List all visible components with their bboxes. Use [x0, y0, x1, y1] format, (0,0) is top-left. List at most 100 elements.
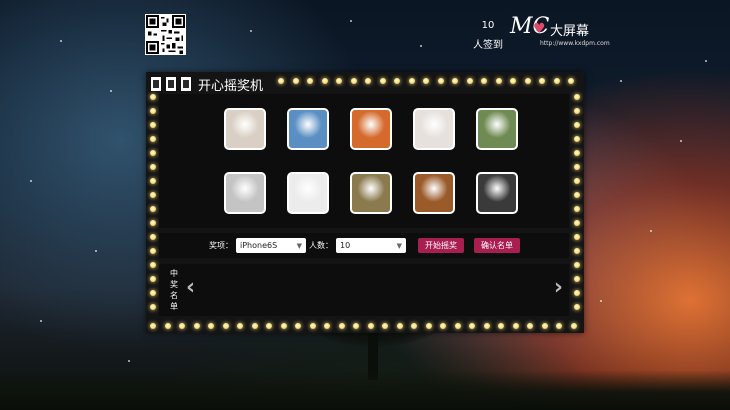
logo-url: http://www.kxdpm.com: [540, 40, 610, 47]
marquee-bulb: [455, 323, 461, 329]
garden-avatar: [478, 110, 516, 148]
marquee-bulb: [438, 78, 444, 84]
marquee-bulb: [322, 78, 328, 84]
marquee-bulb: [574, 206, 580, 212]
marquee-bulb: [411, 323, 417, 329]
panel-header: 开心摇奖机: [150, 75, 264, 94]
marquee-bulb: [452, 78, 458, 84]
marquee-bulb: [208, 323, 214, 329]
candidate-avatar-card: [224, 108, 266, 150]
marquee-bulb: [150, 150, 156, 156]
chevron-right-icon[interactable]: ›: [554, 276, 563, 300]
marquee-bulb: [150, 304, 156, 310]
candidate-avatar-card: [413, 172, 455, 214]
marquee-bulb: [394, 78, 400, 84]
marquee-bulb: [574, 276, 580, 282]
marquee-bulb: [293, 78, 299, 84]
people-select[interactable]: 10 ▼: [336, 238, 406, 253]
people-label: 人数：: [309, 241, 333, 250]
marquee-bulb: [150, 234, 156, 240]
marquee-bulb: [368, 323, 374, 329]
marquee-bulb: [539, 78, 545, 84]
prize-select-value: iPhone6S: [240, 241, 278, 250]
slot-reel-icon: [180, 76, 192, 92]
qr-code: [145, 14, 186, 55]
marquee-bulb: [365, 78, 371, 84]
marquee-bulb: [310, 323, 316, 329]
marquee-bulb: [150, 262, 156, 268]
marquee-bulb: [150, 94, 156, 100]
marquee-bulb: [165, 323, 171, 329]
confirm-list-button[interactable]: 确认名单: [474, 238, 520, 253]
marquee-bulb: [574, 192, 580, 198]
chevron-down-icon: ▼: [296, 241, 302, 250]
marquee-bulb: [467, 78, 473, 84]
chevron-down-icon: ▼: [396, 241, 402, 250]
marquee-bulb: [574, 108, 580, 114]
marquee-bulb: [194, 323, 200, 329]
marquee-bulb: [351, 78, 357, 84]
chibi-girl-avatar: [415, 110, 453, 148]
marquee-bulb: [574, 304, 580, 310]
marquee-bulb: [179, 323, 185, 329]
marquee-bulb: [574, 290, 580, 296]
signin-count: 10: [481, 20, 495, 31]
panel-title: 开心摇奖机: [198, 78, 264, 94]
dogs-photo-avatar: [352, 174, 390, 212]
anime-boy-avatar: [289, 110, 327, 148]
marquee-bulb: [150, 122, 156, 128]
marquee-bulb: [397, 323, 403, 329]
marquee-bulb: [426, 323, 432, 329]
marquee-bulb: [574, 234, 580, 240]
marquee-bulb: [295, 323, 301, 329]
candidate-avatar-card: [350, 172, 392, 214]
marquee-bulb: [481, 78, 487, 84]
marquee-bulb: [574, 122, 580, 128]
man-portrait-avatar: [478, 174, 516, 212]
slot-reel-icon: [150, 76, 162, 92]
candidate-avatar-card: [476, 172, 518, 214]
marquee-bulb: [307, 78, 313, 84]
marquee-bulb: [525, 78, 531, 84]
marquee-bulb: [527, 323, 533, 329]
candidate-avatar-card: [476, 108, 518, 150]
logo-name: 大屏幕: [550, 24, 590, 39]
marquee-bulb: [469, 323, 475, 329]
marquee-bulb: [574, 94, 580, 100]
chevron-left-icon[interactable]: ‹: [186, 276, 195, 300]
prize-label: 奖项：: [209, 241, 233, 250]
candidate-avatar-card: [224, 172, 266, 214]
marquee-bulb: [150, 164, 156, 170]
brand-logo: MC ♥ 大屏幕 http://www.kxdpm.com: [510, 14, 610, 48]
marquee-bulb: [574, 248, 580, 254]
marquee-bulb: [237, 323, 243, 329]
marquee-bulb: [150, 136, 156, 142]
marquee-bulb: [336, 78, 342, 84]
marquee-bulb: [353, 323, 359, 329]
marquee-bulb: [339, 323, 345, 329]
marquee-bulb: [574, 220, 580, 226]
winner-list-label: 中奖名单: [170, 269, 178, 311]
marquee-bulb: [150, 220, 156, 226]
candidate-avatar-card: [287, 172, 329, 214]
marquee-bulb: [150, 178, 156, 184]
candidate-avatar-card: [350, 108, 392, 150]
marquee-bulb: [252, 323, 258, 329]
lottery-panel: 开心摇奖机 奖项： iPhone6S ▼ 人数： 10 ▼ 开始摇奖 确认名单 …: [146, 72, 584, 333]
cat-avatar: [226, 110, 264, 148]
marquee-bulb: [150, 276, 156, 282]
people-select-value: 10: [340, 241, 351, 250]
marquee-bulb: [568, 78, 574, 84]
slot-reel-icon: [165, 76, 177, 92]
marquee-bulb: [409, 78, 415, 84]
marquee-bulb: [266, 323, 272, 329]
candidate-grid: [159, 94, 569, 228]
marquee-bulb: [281, 323, 287, 329]
start-draw-button[interactable]: 开始摇奖: [418, 238, 464, 253]
marquee-bulb: [484, 323, 490, 329]
ground-silhouette: [0, 370, 730, 410]
marquee-bulb: [278, 78, 284, 84]
marquee-bulb: [324, 323, 330, 329]
prize-select[interactable]: iPhone6S ▼: [236, 238, 306, 253]
marquee-bulb: [510, 78, 516, 84]
